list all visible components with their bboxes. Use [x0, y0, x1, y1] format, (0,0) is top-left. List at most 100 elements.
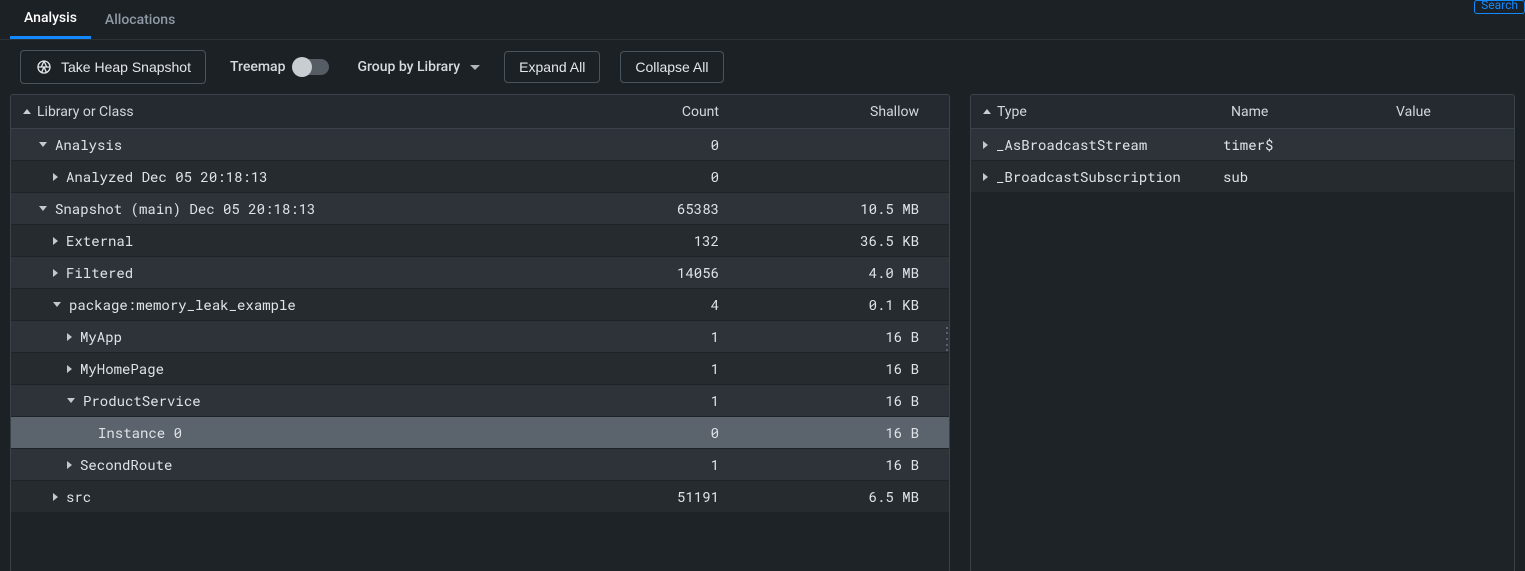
type-label: _AsBroadcastStream [996, 135, 1147, 154]
table-row[interactable]: ProductService116 B [11, 385, 949, 417]
cell-library: MyApp [11, 327, 579, 346]
chevron-down-icon[interactable] [39, 206, 47, 211]
take-heap-snapshot-label: Take Heap Snapshot [61, 59, 191, 75]
sort-ascending-icon [983, 109, 991, 114]
chevron-down-icon[interactable] [39, 142, 47, 147]
cell-count: 0 [579, 167, 749, 186]
cell-library: package:memory_leak_example [11, 295, 579, 314]
row-label: Instance 0 [98, 423, 182, 442]
table-row[interactable]: _AsBroadcastStream timer$ [971, 129, 1514, 161]
row-label: SecondRoute [80, 455, 172, 474]
chevron-right-icon[interactable] [53, 269, 58, 277]
cell-shallow: 16 B [749, 327, 949, 346]
table-row[interactable]: SecondRoute116 B [11, 449, 949, 481]
tab-allocations[interactable]: Allocations [91, 2, 189, 38]
treemap-label: Treemap [230, 59, 285, 75]
cell-shallow: 0.1 KB [749, 295, 949, 314]
chevron-right-icon[interactable] [983, 173, 988, 181]
tab-bar: Analysis Allocations Search [0, 0, 1525, 40]
chevron-right-icon[interactable] [53, 493, 58, 501]
table-row[interactable]: Analysis0 [11, 129, 949, 161]
table-row[interactable]: MyApp 116 B [11, 321, 949, 353]
table-row[interactable]: Filtered140564.0 MB [11, 257, 949, 289]
chevron-right-icon[interactable] [983, 141, 988, 149]
take-heap-snapshot-button[interactable]: Take Heap Snapshot [20, 50, 206, 84]
header-name[interactable]: Name [1219, 104, 1384, 120]
header-type[interactable]: Type [971, 104, 1219, 120]
toolbar: Take Heap Snapshot Treemap Group by Libr… [0, 40, 1525, 94]
expand-all-button[interactable]: Expand All [504, 51, 600, 83]
cell-count: 51191 [579, 487, 749, 506]
cell-library: SecondRoute [11, 455, 579, 474]
row-label: src [66, 487, 91, 506]
cell-name: timer$ [1219, 135, 1384, 154]
instance-details-rows: _AsBroadcastStreamtimer$_BroadcastSubscr… [971, 129, 1514, 571]
header-library-label: Library or Class [37, 104, 134, 120]
chevron-down-icon[interactable] [53, 302, 61, 307]
cell-shallow: 4.0 MB [749, 263, 949, 282]
header-value-label: Value [1396, 104, 1431, 120]
table-row[interactable]: Snapshot (main) Dec 05 20:18:13 6538310.5… [11, 193, 949, 225]
row-label: Filtered [66, 263, 133, 282]
row-label: External [66, 231, 133, 250]
collapse-all-button[interactable]: Collapse All [620, 51, 723, 83]
table-row[interactable]: MyHomePage116 B [11, 353, 949, 385]
chevron-right-icon[interactable] [53, 237, 58, 245]
header-value[interactable]: Value [1384, 104, 1514, 120]
cell-type: _AsBroadcastStream [971, 135, 1219, 154]
chevron-right-icon[interactable] [67, 365, 72, 373]
header-library-or-class[interactable]: Library or Class [11, 104, 579, 120]
row-label: package:memory_leak_example [69, 295, 296, 314]
chevron-down-icon [470, 65, 480, 70]
row-label: Analysis [55, 135, 122, 154]
chevron-right-icon[interactable] [67, 461, 72, 469]
cell-library: External [11, 231, 579, 250]
header-type-label: Type [997, 104, 1027, 120]
chevron-right-icon[interactable] [53, 173, 58, 181]
cell-shallow: 16 B [749, 455, 949, 474]
cell-library: Instance 0 [11, 423, 579, 442]
chevron-down-icon[interactable] [67, 398, 75, 403]
header-shallow[interactable]: Shallow [749, 104, 949, 120]
table-row[interactable]: src 511916.5 MB [11, 481, 949, 513]
table-row[interactable]: Instance 0016 B [11, 417, 949, 449]
cell-library: ProductService [11, 391, 579, 410]
cell-library: Analyzed Dec 05 20:18:13 [11, 167, 579, 186]
header-count[interactable]: Count [579, 104, 749, 120]
cell-shallow: 6.5 MB [749, 487, 949, 506]
row-label: MyApp [80, 327, 122, 346]
instance-details-panel: Type Name Value _AsBroadcastStream timer$… [970, 94, 1515, 571]
cell-count: 132 [579, 231, 749, 250]
header-name-label: Name [1231, 104, 1268, 120]
cell-library: MyHomePage [11, 359, 579, 378]
row-label: Snapshot (main) Dec 05 20:18:13 [55, 199, 315, 218]
cell-library: src [11, 487, 579, 506]
search-button[interactable]: Search [1474, 0, 1525, 14]
cell-library: Analysis [11, 135, 579, 154]
cell-name: sub [1219, 167, 1384, 186]
cell-count: 1 [579, 391, 749, 410]
cell-shallow: 10.5 MB [749, 199, 949, 218]
table-row[interactable]: External 13236.5 KB [11, 225, 949, 257]
header-count-label: Count [682, 104, 719, 120]
tab-analysis[interactable]: Analysis [10, 0, 91, 39]
cell-library: Filtered [11, 263, 579, 282]
treemap-toggle[interactable] [293, 59, 329, 75]
table-row[interactable]: _BroadcastSubscriptionsub [971, 161, 1514, 193]
spacer [81, 428, 90, 437]
cell-count: 1 [579, 327, 749, 346]
group-by-dropdown[interactable]: Group by Library [353, 52, 484, 82]
cell-library: Snapshot (main) Dec 05 20:18:13 [11, 199, 579, 218]
cell-count: 65383 [579, 199, 749, 218]
cell-shallow: 36.5 KB [749, 231, 949, 250]
panel-splitter[interactable] [943, 325, 950, 353]
row-label: Analyzed Dec 05 20:18:13 [66, 167, 268, 186]
instance-details-header: Type Name Value [971, 95, 1514, 129]
table-row[interactable]: package:memory_leak_example40.1 KB [11, 289, 949, 321]
cell-shallow: 16 B [749, 423, 949, 442]
chevron-right-icon[interactable] [67, 333, 72, 341]
cell-type: _BroadcastSubscription [971, 167, 1219, 186]
table-row[interactable]: Analyzed Dec 05 20:18:13 0 [11, 161, 949, 193]
row-label: ProductService [83, 391, 201, 410]
sort-ascending-icon [23, 109, 31, 114]
